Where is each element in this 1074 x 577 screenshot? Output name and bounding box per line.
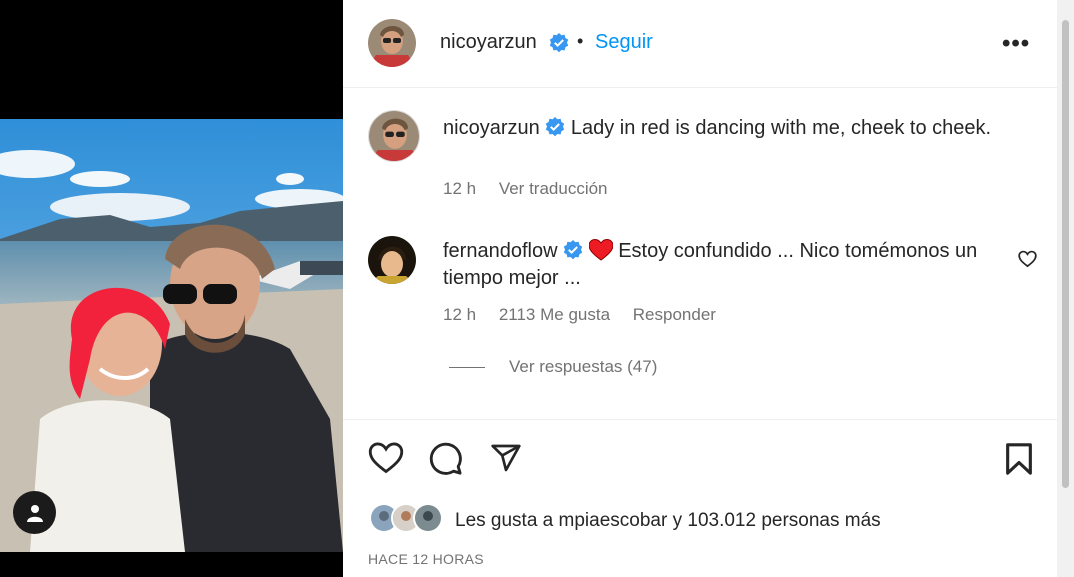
post-caption: nicoyarzun Lady in red is dancing with m…: [443, 115, 1003, 142]
likes-prefix: Les gusta a: [455, 510, 554, 531]
separator-dot: •: [577, 31, 584, 51]
likes-summary: Les gusta a mpiaescobar y 103.012 person…: [455, 510, 881, 532]
scrollbar-thumb[interactable]: [1062, 20, 1069, 488]
caption-time[interactable]: 12 h: [443, 179, 476, 198]
caption-author-avatar[interactable]: [368, 110, 420, 162]
post-media-panel: [0, 0, 343, 577]
comment-username[interactable]: fernandoflow: [443, 240, 558, 262]
user-tag-icon: [26, 504, 43, 522]
post-timestamp[interactable]: HACE 12 HORAS: [368, 551, 484, 567]
view-replies-label: Ver respuestas (47): [509, 357, 658, 376]
replies-divider-line: [449, 366, 485, 368]
liker-avatar: [413, 503, 443, 533]
bookmark-icon[interactable]: [1004, 442, 1034, 476]
author-username[interactable]: nicoyarzun: [440, 31, 537, 54]
caption-meta: 12 h Ver traducción: [443, 179, 626, 199]
view-replies-button[interactable]: Ver respuestas (47): [449, 357, 657, 377]
likes-suffix: y: [672, 510, 683, 531]
red-heart-emoji-icon: [588, 239, 613, 261]
comment: fernandoflow Estoy confundido ... Nico t…: [443, 238, 1003, 292]
verified-badge-icon: [563, 240, 583, 260]
caption-username[interactable]: nicoyarzun: [443, 117, 540, 139]
verified-badge-icon: [549, 33, 569, 53]
verified-badge-icon: [546, 117, 565, 137]
caption-text: Lady in red is dancing with me, cheek to…: [570, 117, 992, 139]
user-tag-button[interactable]: [13, 491, 56, 534]
post-photo[interactable]: [0, 119, 343, 552]
post-details-panel: nicoyarzun • Seguir ••• nicoyarzun Lady …: [343, 0, 1057, 577]
likes-user-link[interactable]: mpiaescobar: [559, 510, 668, 531]
paper-plane-icon[interactable]: [489, 442, 523, 474]
heart-icon[interactable]: [368, 441, 404, 475]
likes-count-link[interactable]: 103.012 personas más: [687, 510, 880, 531]
reply-button[interactable]: Responder: [633, 305, 716, 324]
comment-meta: 12 h 2113 Me gusta Responder: [443, 305, 734, 325]
comment-like-heart-icon[interactable]: [1018, 250, 1037, 268]
commenter-avatar[interactable]: [368, 236, 416, 284]
more-options-icon[interactable]: •••: [1002, 30, 1030, 58]
author-avatar[interactable]: [368, 19, 416, 67]
comment-time[interactable]: 12 h: [443, 305, 476, 324]
comment-likes[interactable]: 2113 Me gusta: [499, 305, 610, 324]
post-header: nicoyarzun • Seguir •••: [343, 0, 1057, 88]
translate-button[interactable]: Ver traducción: [499, 179, 608, 198]
comment-bubble-icon[interactable]: [428, 441, 463, 476]
follow-button[interactable]: Seguir: [595, 31, 653, 54]
likers-avatars[interactable]: [369, 503, 443, 533]
